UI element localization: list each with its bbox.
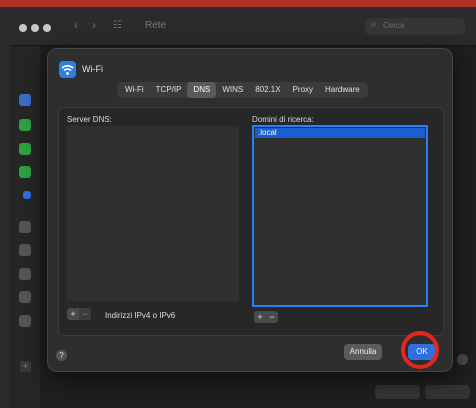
sidebar-item-ethernet-2[interactable] [19, 244, 31, 256]
search-domain-add-button[interactable]: + [254, 311, 266, 323]
dns-server-add-button[interactable]: + [67, 308, 79, 320]
tab-proxy[interactable]: Proxy [287, 82, 319, 98]
sidebar: + [10, 46, 40, 408]
dns-servers-hint: Indirizzi IPv4 o IPv6 [105, 311, 176, 320]
search-icon: ⌕ [371, 19, 377, 30]
search-domains-label: Domini di ricerca: [252, 115, 314, 124]
tab-wifi[interactable]: Wi-Fi [119, 82, 150, 98]
sheet-title: Wi-Fi [82, 64, 103, 74]
sidebar-item-ethernet-3[interactable] [19, 268, 31, 280]
sidebar-item-vpn[interactable] [23, 191, 31, 199]
help-icon[interactable]: ? [56, 350, 67, 361]
dns-servers-add-remove: + − [67, 308, 91, 320]
tab-dns[interactable]: DNS [187, 82, 217, 98]
tab-hardware[interactable]: Hardware [319, 82, 366, 98]
titlebar: ‹ › ☷ Rete ⌕ Cerca [10, 7, 476, 46]
grid-icon[interactable]: ☷ [113, 20, 122, 31]
zoom-window-button[interactable] [43, 24, 51, 32]
search-domain-row[interactable]: .local [255, 128, 425, 138]
sidebar-item-ethernet-1[interactable] [19, 221, 31, 233]
sidebar-item-phone-2[interactable] [19, 143, 31, 155]
ok-button[interactable]: OK [408, 344, 436, 360]
window-title: Rete [145, 20, 167, 31]
tab-tcpip[interactable]: TCP/IP [150, 82, 188, 98]
sidebar-item-wifi[interactable] [19, 94, 31, 106]
wifi-icon [59, 61, 76, 78]
dns-panel: Server DNS: + − Indirizzi IPv4 o IPv6 Do… [58, 107, 444, 336]
search-placeholder: Cerca [383, 21, 405, 30]
sidebar-item-lock[interactable] [19, 315, 31, 327]
sidebar-item-ethernet-4[interactable] [19, 291, 31, 303]
forward-icon[interactable]: › [92, 18, 96, 32]
sidebar-item-phone-1[interactable] [19, 119, 31, 131]
background-help-icon[interactable] [457, 354, 468, 365]
back-icon[interactable]: ‹ [74, 18, 78, 32]
top-strip [0, 0, 476, 7]
search-domains-add-remove: + − [254, 311, 278, 323]
add-service-button[interactable]: + [20, 361, 31, 372]
search-domains-list[interactable]: .local [252, 125, 428, 307]
dns-servers-label: Server DNS: [67, 115, 112, 124]
search-domain-remove-button[interactable]: − [266, 311, 278, 323]
tab-8021x[interactable]: 802.1X [249, 82, 286, 98]
close-window-button[interactable] [19, 24, 27, 32]
tab-bar: Wi-Fi TCP/IP DNS WINS 802.1X Proxy Hardw… [117, 82, 368, 98]
dns-server-remove-button[interactable]: − [79, 308, 91, 320]
minimize-window-button[interactable] [31, 24, 39, 32]
background-apply-button[interactable] [425, 385, 470, 399]
cancel-button[interactable]: Annulla [344, 344, 382, 360]
dns-servers-list[interactable] [67, 126, 239, 301]
sidebar-item-phone-3[interactable] [19, 166, 31, 178]
tab-wins[interactable]: WINS [216, 82, 249, 98]
wifi-advanced-sheet: Wi-Fi Wi-Fi TCP/IP DNS WINS 802.1X Proxy… [47, 48, 453, 372]
background-revert-button[interactable] [375, 385, 420, 399]
search-field[interactable]: ⌕ Cerca [365, 18, 465, 35]
